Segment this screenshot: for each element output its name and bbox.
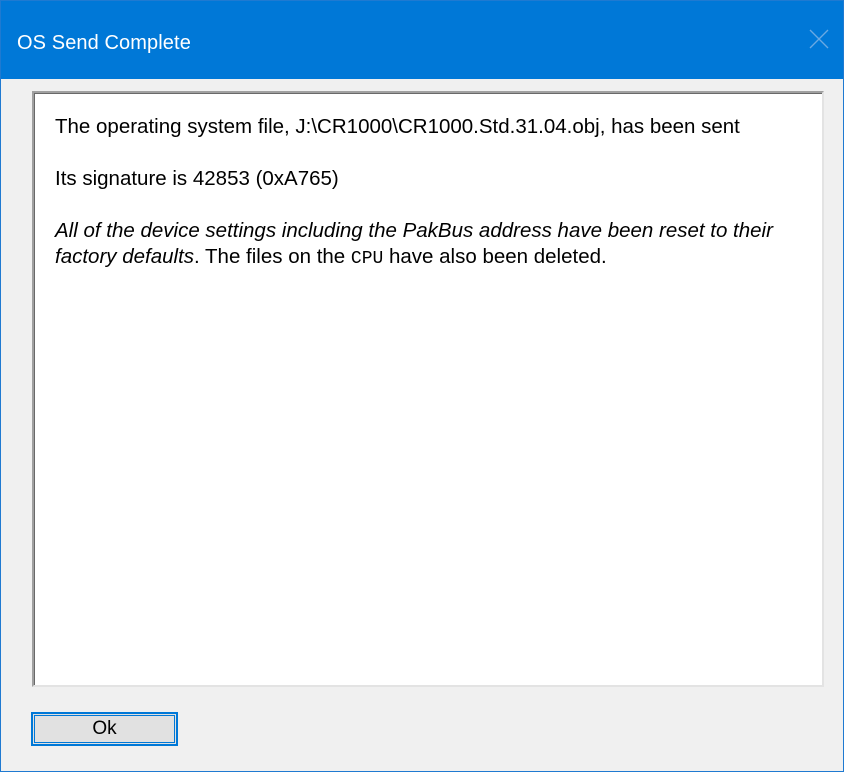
message-signature: Its signature is 42853 (0xA765) <box>55 167 339 190</box>
close-button[interactable] <box>797 1 843 79</box>
message-panel: The operating system file, J:\CR1000\CR1… <box>32 91 824 687</box>
message-file-sent: The operating system file, J:\CR1000\CR1… <box>55 115 740 138</box>
window-title: OS Send Complete <box>17 32 191 54</box>
message-reset-notice: All of the device settings including the… <box>55 218 795 272</box>
message-reset-after: . The files on the <box>194 245 351 268</box>
dialog-window: OS Send Complete The operating system fi… <box>0 0 844 772</box>
ok-button-label: Ok <box>92 718 117 739</box>
close-icon <box>809 29 829 49</box>
message-cpu-label: CPU <box>350 249 384 269</box>
title-bar[interactable]: OS Send Complete <box>1 1 843 79</box>
ok-button[interactable]: Ok <box>31 712 178 746</box>
message-reset-end: have also been deleted. <box>383 245 607 268</box>
message-body: The operating system file, J:\CR1000\CR1… <box>55 114 795 298</box>
